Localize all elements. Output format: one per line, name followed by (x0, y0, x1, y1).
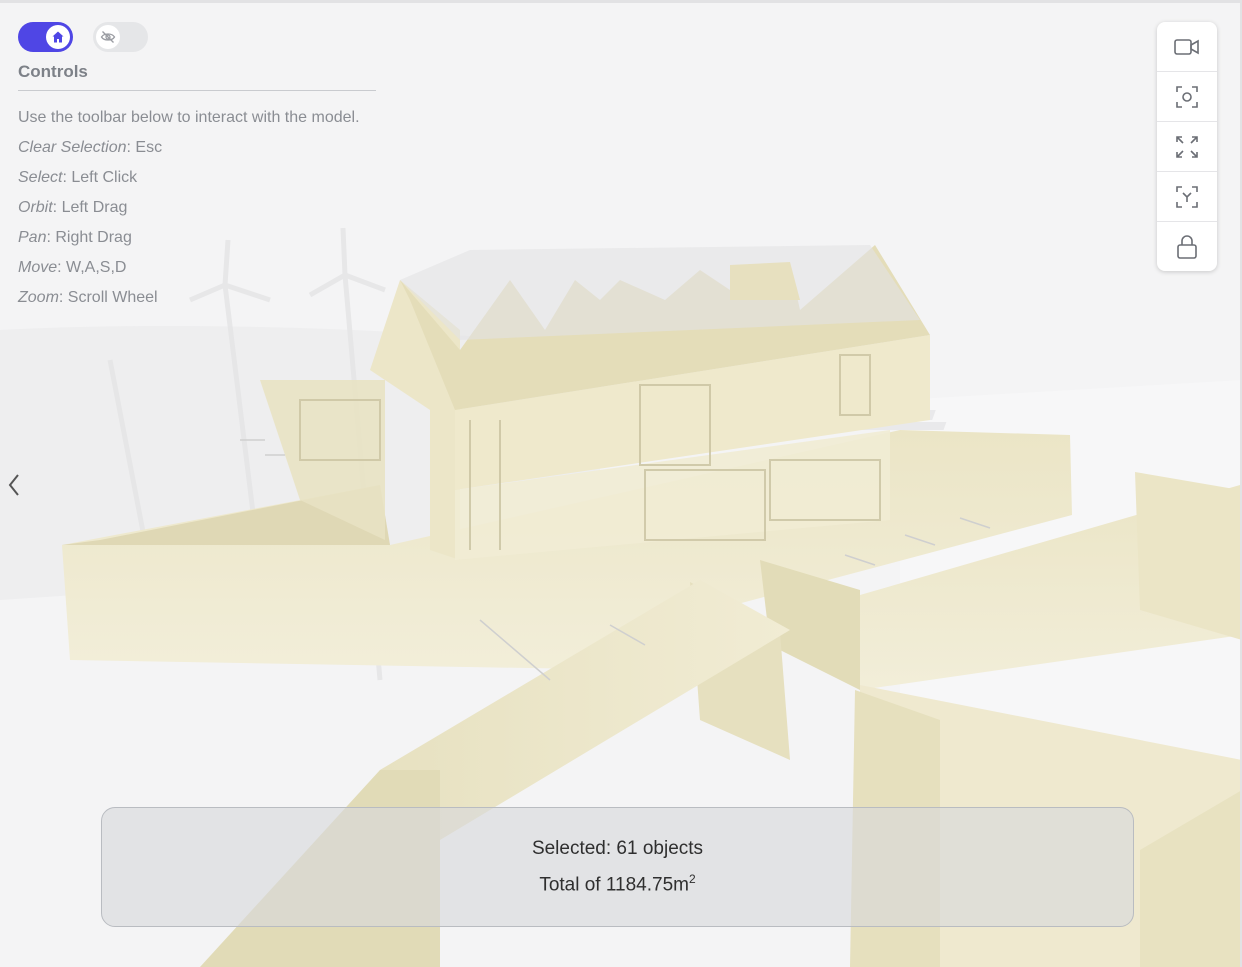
controls-title: Controls (18, 62, 376, 91)
video-camera-icon (1174, 38, 1199, 55)
frame-top-border (0, 0, 1242, 3)
control-orbit: Orbit: Left Drag (18, 199, 128, 216)
control-select: Select: Left Click (18, 169, 138, 186)
lock-icon (1177, 234, 1197, 259)
camera-button[interactable] (1157, 22, 1217, 72)
control-pan: Pan: Right Drag (18, 229, 132, 246)
reset-view-button[interactable] (1157, 172, 1217, 222)
selection-area: Total of 1184.75m2 (539, 871, 696, 896)
eye-off-icon (96, 25, 120, 49)
home-icon (46, 25, 70, 49)
view-toolbar (1157, 22, 1217, 271)
control-clear-selection: Clear Selection: Esc (18, 139, 163, 156)
area-unit-superscript: 2 (688, 871, 696, 886)
previous-button[interactable] (4, 470, 24, 500)
hide-toggle[interactable] (93, 22, 148, 52)
chevron-left-icon (8, 474, 19, 496)
selection-count: Selected: 61 objects (531, 837, 704, 859)
controls-help-panel: Controls Use the toolbar below to intera… (18, 62, 376, 313)
reset-view-icon (1176, 185, 1198, 208)
controls-intro: Use the toolbar below to interact with t… (18, 109, 360, 126)
expand-icon (1176, 135, 1198, 158)
selection-summary-panel: Selected: 61 objects Total of 1184.75m2 (101, 807, 1134, 927)
lock-button[interactable] (1157, 222, 1217, 271)
focus-button[interactable] (1157, 72, 1217, 122)
home-toggle[interactable] (18, 22, 73, 52)
control-move: Move: W,A,S,D (18, 259, 127, 276)
focus-icon (1176, 85, 1198, 108)
fullscreen-button[interactable] (1157, 122, 1217, 172)
control-zoom: Zoom: Scroll Wheel (18, 289, 158, 306)
